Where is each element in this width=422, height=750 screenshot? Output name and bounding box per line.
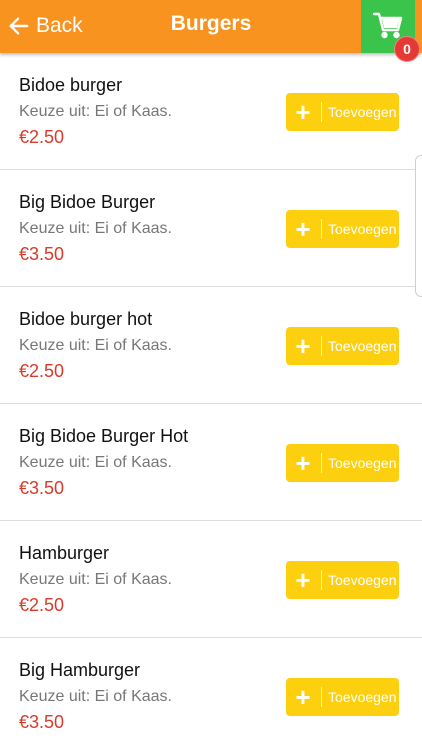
- product-price: €2.50: [19, 595, 65, 615]
- button-divider: [321, 453, 322, 473]
- product-description: Keuze uit: Ei of Kaas.: [19, 571, 172, 588]
- product-name: Big Hamburger: [19, 660, 141, 680]
- add-to-cart-button[interactable]: + Toevoegen: [286, 444, 399, 482]
- button-divider: [321, 687, 322, 707]
- button-divider: [321, 219, 322, 239]
- product-price: €3.50: [19, 244, 65, 264]
- product-description: Keuze uit: Ei of Kaas.: [19, 103, 172, 120]
- plus-icon: +: [295, 448, 311, 478]
- list-item: Big Bidoe Burger Hot Keuze uit: Ei of Ka…: [0, 404, 422, 521]
- back-button[interactable]: Back: [8, 9, 83, 43]
- add-button-label: Toevoegen: [328, 572, 397, 588]
- plus-icon: +: [295, 682, 311, 712]
- product-price: €2.50: [19, 361, 65, 381]
- add-to-cart-button[interactable]: + Toevoegen: [286, 327, 399, 365]
- product-price: €3.50: [19, 478, 65, 498]
- product-list: Bidoe burger Keuze uit: Ei of Kaas. €2.5…: [0, 53, 422, 750]
- plus-icon: +: [295, 97, 311, 127]
- product-description: Keuze uit: Ei of Kaas.: [19, 688, 172, 705]
- cart-count-badge: 0: [394, 36, 420, 62]
- product-name: Big Bidoe Burger: [19, 192, 156, 212]
- add-button-label: Toevoegen: [328, 104, 397, 120]
- list-item: Hamburger Keuze uit: Ei of Kaas. €2.50 +…: [0, 521, 422, 638]
- product-description: Keuze uit: Ei of Kaas.: [19, 454, 172, 471]
- plus-icon: +: [295, 565, 311, 595]
- plus-icon: +: [295, 331, 311, 361]
- add-button-label: Toevoegen: [328, 689, 397, 705]
- list-item: Bidoe burger Keuze uit: Ei of Kaas. €2.5…: [0, 53, 422, 170]
- arrow-left-icon: [8, 15, 30, 37]
- list-item: Big Bidoe Burger Keuze uit: Ei of Kaas. …: [0, 170, 422, 287]
- product-name: Bidoe burger hot: [19, 309, 153, 329]
- list-item: Bidoe burger hot Keuze uit: Ei of Kaas. …: [0, 287, 422, 404]
- product-name: Big Bidoe Burger Hot: [19, 426, 189, 446]
- header-bar: Back Burgers: [0, 0, 422, 53]
- add-button-label: Toevoegen: [328, 455, 397, 471]
- product-price: €3.50: [19, 712, 65, 732]
- product-name: Bidoe burger: [19, 75, 123, 95]
- add-to-cart-button[interactable]: + Toevoegen: [286, 561, 399, 599]
- product-name: Hamburger: [19, 543, 110, 563]
- back-label: Back: [36, 14, 83, 37]
- list-item: Big Hamburger Keuze uit: Ei of Kaas. €3.…: [0, 638, 422, 750]
- side-scroll-tab[interactable]: [415, 155, 422, 297]
- shopping-cart-icon: [372, 12, 404, 41]
- product-description: Keuze uit: Ei of Kaas.: [19, 337, 172, 354]
- add-to-cart-button[interactable]: + Toevoegen: [286, 210, 399, 248]
- app-screen: Back Burgers 0 Bidoe burger Keuze uit: E…: [0, 0, 422, 750]
- add-button-label: Toevoegen: [328, 338, 397, 354]
- plus-icon: +: [295, 214, 311, 244]
- button-divider: [321, 336, 322, 356]
- add-button-label: Toevoegen: [328, 221, 397, 237]
- product-description: Keuze uit: Ei of Kaas.: [19, 220, 172, 237]
- button-divider: [321, 570, 322, 590]
- add-to-cart-button[interactable]: + Toevoegen: [286, 93, 399, 131]
- product-price: €2.50: [19, 127, 65, 147]
- button-divider: [321, 102, 322, 122]
- add-to-cart-button[interactable]: + Toevoegen: [286, 678, 399, 716]
